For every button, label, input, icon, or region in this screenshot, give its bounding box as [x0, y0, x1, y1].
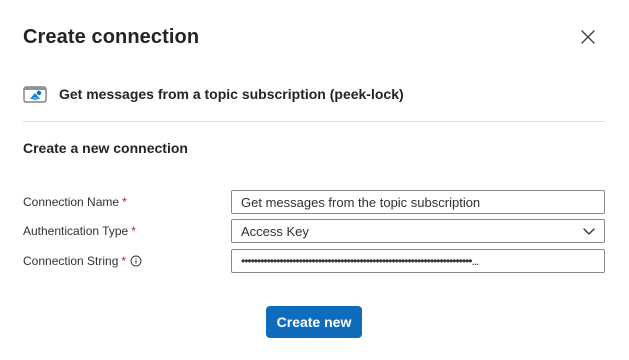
connection-name-value: Get messages from the topic subscription — [241, 194, 481, 210]
required-marker: * — [131, 224, 136, 238]
required-marker: * — [122, 195, 127, 209]
service-bus-icon — [23, 86, 47, 103]
connection-name-label: Connection Name * — [23, 191, 127, 213]
action-label: Get messages from a topic subscription (… — [59, 86, 404, 102]
chevron-down-icon[interactable] — [582, 224, 596, 238]
required-marker: * — [121, 254, 127, 268]
connection-string-label: Connection String * — [23, 250, 142, 272]
close-icon[interactable] — [578, 27, 598, 47]
connection-string-value: ••••••••••••••••••••••••••••••••••••••••… — [241, 254, 480, 268]
section-title: Create a new connection — [23, 140, 188, 156]
auth-type-value: Access Key — [241, 223, 309, 239]
auth-type-dropdown[interactable]: Access Key — [231, 219, 605, 243]
connection-name-label-text: Connection Name — [23, 195, 120, 209]
connection-name-input[interactable]: Get messages from the topic subscription — [231, 190, 605, 214]
connection-string-label-text: Connection String — [23, 254, 119, 268]
create-connection-dialog: Create connection Get messages from a to… — [0, 0, 629, 360]
action-header: Get messages from a topic subscription (… — [23, 82, 404, 106]
divider — [23, 121, 605, 122]
info-icon[interactable] — [130, 255, 142, 267]
dialog-title: Create connection — [23, 26, 200, 48]
create-new-button[interactable]: Create new — [266, 306, 362, 338]
connection-string-input[interactable]: ••••••••••••••••••••••••••••••••••••••••… — [231, 249, 605, 273]
auth-type-label: Authentication Type * — [23, 220, 136, 242]
auth-type-label-text: Authentication Type — [23, 224, 129, 238]
